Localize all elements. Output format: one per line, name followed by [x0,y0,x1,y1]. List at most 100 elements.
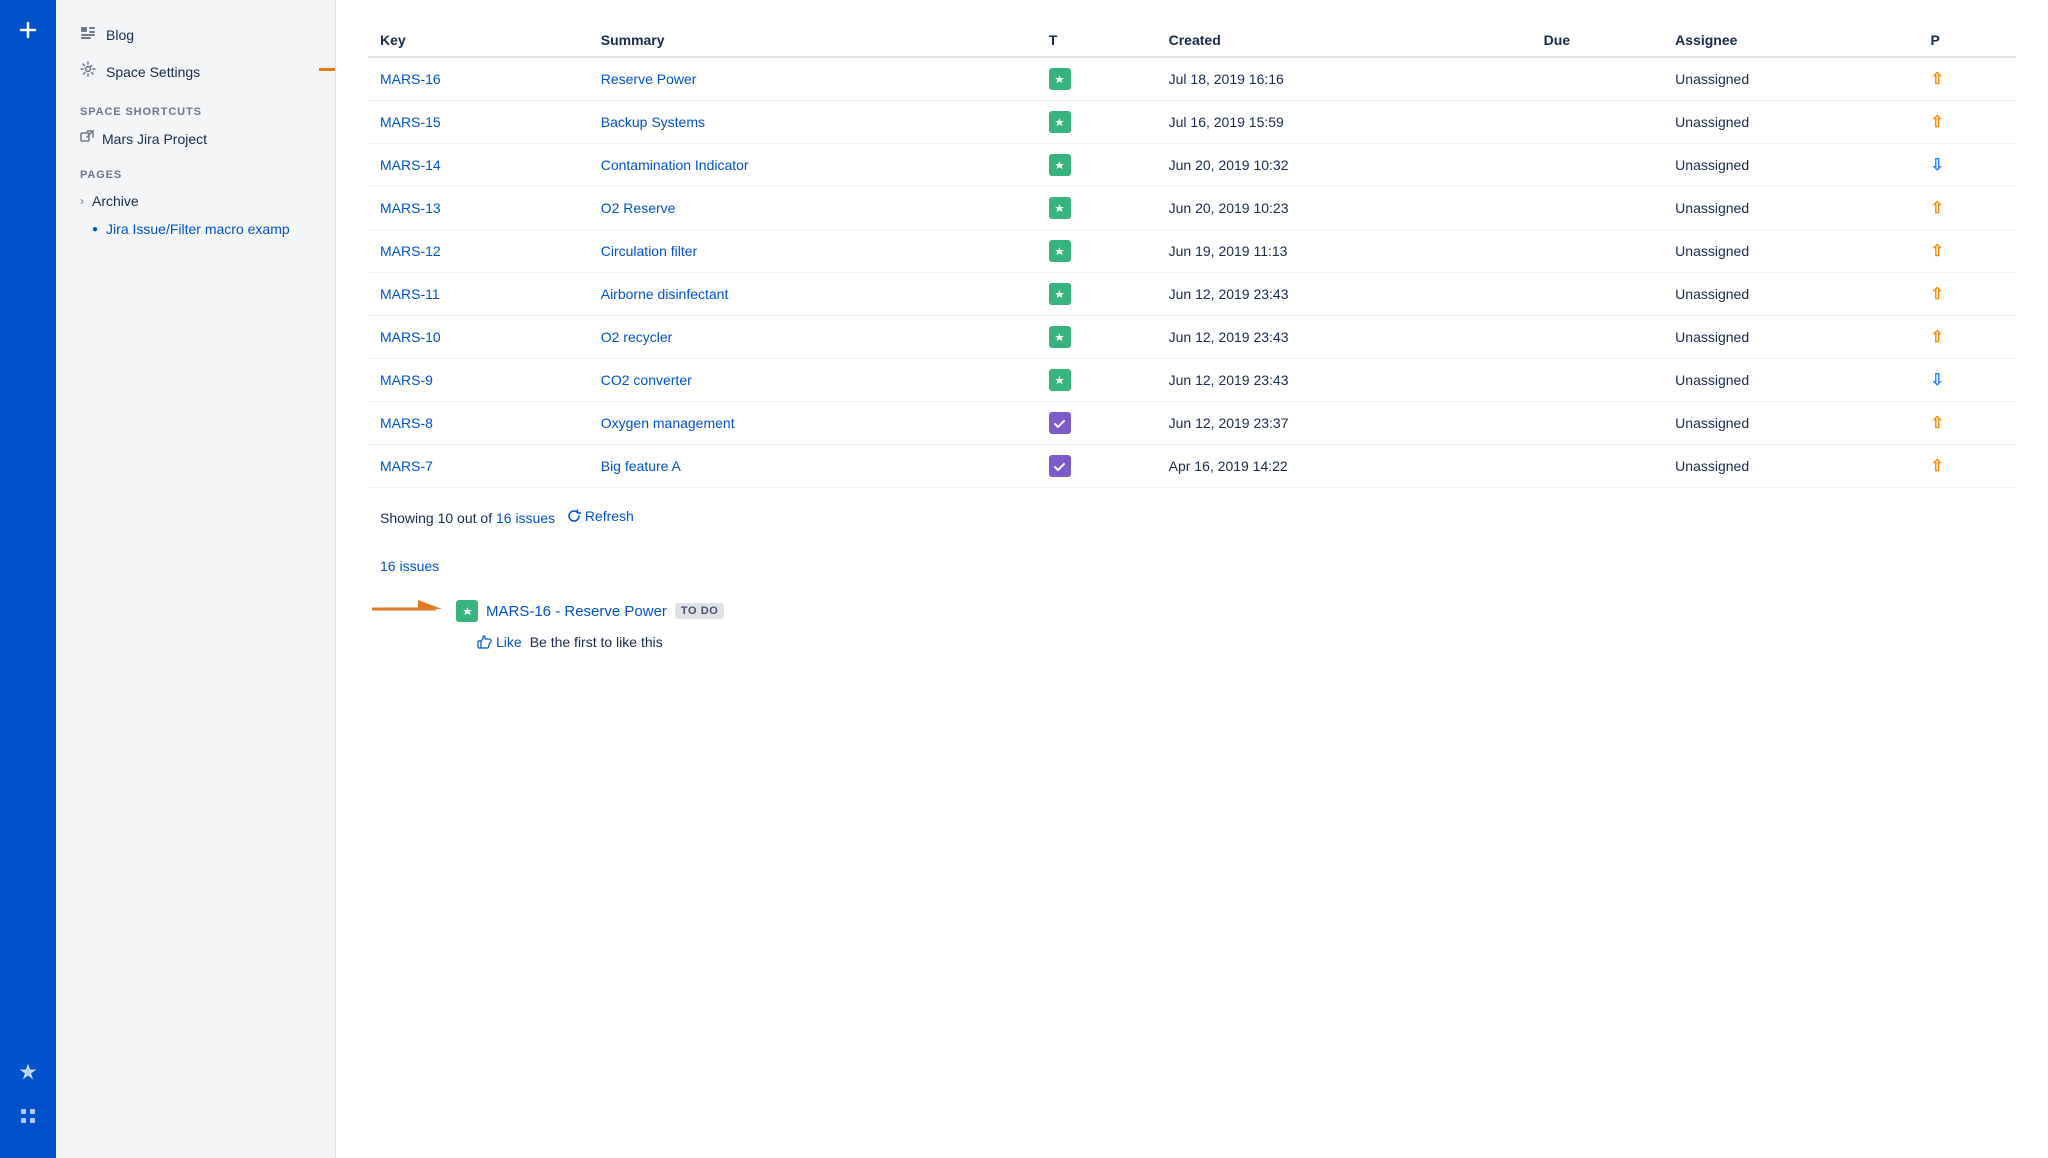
sidebar-item-blog[interactable]: Blog [64,16,327,53]
sidebar-item-jira-filter[interactable]: ● Jira Issue/Filter macro examp [56,215,335,243]
sidebar-item-space-settings[interactable]: Space Settings [64,53,327,90]
key-link[interactable]: MARS-11 [380,286,440,302]
showing-label: Showing 10 out of [380,510,496,526]
type-icon [1049,369,1071,391]
cell-type [1037,316,1157,359]
add-button[interactable] [10,12,46,48]
cell-key: MARS-14 [368,144,589,187]
cell-summary: Big feature A [589,445,1037,488]
summary-link[interactable]: Contamination Indicator [601,157,749,173]
main-content: Key Summary T Created Due Assignee P MAR… [336,0,2048,678]
cell-type [1037,187,1157,230]
cell-type [1037,402,1157,445]
cell-created: Jun 20, 2019 10:32 [1157,144,1532,187]
pages-title: PAGES [56,153,335,187]
arrow-annotation-1 [315,55,336,88]
cell-key: MARS-7 [368,445,589,488]
cell-due [1532,402,1664,445]
single-issue-type-icon [456,600,478,622]
cell-created: Apr 16, 2019 14:22 [1157,445,1532,488]
priority-icon: ⇩ [1930,157,1943,174]
summary-link[interactable]: O2 Reserve [601,200,676,216]
priority-icon: ⇧ [1930,415,1943,432]
priority-icon: ⇧ [1930,114,1943,131]
key-link[interactable]: MARS-14 [380,157,441,173]
cell-type [1037,101,1157,144]
cell-summary: Backup Systems [589,101,1037,144]
issues-count-large-link[interactable]: 16 issues [368,554,451,578]
single-issue-link[interactable]: MARS-16 - Reserve Power [486,603,667,620]
cell-due [1532,273,1664,316]
cell-type [1037,57,1157,101]
col-key: Key [368,24,589,57]
priority-icon: ⇩ [1930,372,1943,389]
blog-label: Blog [106,27,134,43]
key-link[interactable]: MARS-13 [380,200,441,216]
cell-priority: ⇧ [1918,187,2016,230]
refresh-button[interactable]: Refresh [567,508,634,524]
summary-link[interactable]: CO2 converter [601,372,692,388]
cell-priority: ⇧ [1918,402,2016,445]
cell-key: MARS-16 [368,57,589,101]
summary-link[interactable]: Reserve Power [601,71,697,87]
summary-link[interactable]: Big feature A [601,458,681,474]
type-icon [1049,197,1071,219]
cell-summary: Contamination Indicator [589,144,1037,187]
key-link[interactable]: MARS-7 [380,458,433,474]
cell-priority: ⇩ [1918,144,2016,187]
single-issue-row: MARS-16 - Reserve Power TO DO [456,592,736,630]
summary-link[interactable]: Backup Systems [601,114,705,130]
key-link[interactable]: MARS-15 [380,114,441,130]
blog-icon [80,24,96,45]
cell-assignee: Unassigned [1663,359,1918,402]
single-issue-key: MARS-16 [486,603,551,620]
settings-icon [80,61,96,82]
key-link[interactable]: MARS-16 [380,71,441,87]
type-icon [1049,68,1071,90]
key-link[interactable]: MARS-12 [380,243,441,259]
cell-due [1532,57,1664,101]
cell-assignee: Unassigned [1663,273,1918,316]
external-link-icon [80,130,94,147]
arrow-annotation-2 [368,595,448,628]
key-link[interactable]: MARS-9 [380,372,433,388]
cell-key: MARS-12 [368,230,589,273]
col-summary: Summary [589,24,1037,57]
sidebar-item-archive[interactable]: › Archive [56,187,335,215]
cell-key: MARS-13 [368,187,589,230]
refresh-separator [559,510,563,526]
summary-link[interactable]: Airborne disinfectant [601,286,729,302]
cell-assignee: Unassigned [1663,144,1918,187]
issues-count-link[interactable]: 16 issues [496,510,555,526]
cell-assignee: Unassigned [1663,445,1918,488]
cell-due [1532,101,1664,144]
col-created: Created [1157,24,1532,57]
type-icon [1049,326,1071,348]
cell-key: MARS-9 [368,359,589,402]
cell-summary: Airborne disinfectant [589,273,1037,316]
col-type: T [1037,24,1157,57]
summary-link[interactable]: Oxygen management [601,415,735,431]
col-due: Due [1532,24,1664,57]
like-button[interactable]: Like [476,634,522,650]
arrow-svg-1 [315,55,336,83]
cell-assignee: Unassigned [1663,316,1918,359]
showing-text: Showing 10 out of 16 issues Refresh [368,496,2016,526]
summary-link[interactable]: Circulation filter [601,243,697,259]
cell-priority: ⇧ [1918,273,2016,316]
cell-assignee: Unassigned [1663,402,1918,445]
key-link[interactable]: MARS-10 [380,329,441,345]
cell-key: MARS-10 [368,316,589,359]
sidebar-item-mars-jira[interactable]: Mars Jira Project [56,124,335,153]
like-section: Like Be the first to like this [464,630,2016,654]
grid-icon[interactable] [10,1098,46,1134]
cell-type [1037,273,1157,316]
summary-link[interactable]: O2 recycler [601,329,673,345]
key-link[interactable]: MARS-8 [380,415,433,431]
sidebar: Blog Space Settings [56,0,336,1158]
bookmark-icon[interactable] [10,1054,46,1090]
cell-due [1532,359,1664,402]
issues-table-section: Key Summary T Created Due Assignee P MAR… [368,24,2016,526]
priority-icon: ⇧ [1930,329,1943,346]
priority-icon: ⇧ [1930,458,1943,475]
